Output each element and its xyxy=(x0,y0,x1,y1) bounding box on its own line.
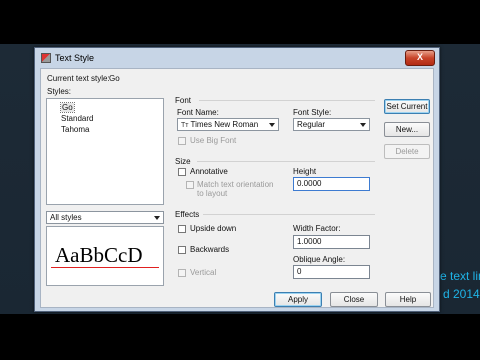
chevron-down-icon xyxy=(360,123,366,127)
upside-down-checkbox[interactable] xyxy=(178,225,186,233)
chevron-down-icon xyxy=(269,123,275,127)
upside-down-label: Upside down xyxy=(190,224,237,233)
annotative-checkbox[interactable] xyxy=(178,168,186,176)
match-orientation-label-2: to layout xyxy=(197,189,228,198)
chevron-down-icon xyxy=(154,216,160,220)
set-current-button[interactable]: Set Current xyxy=(384,99,430,114)
use-big-font-checkbox[interactable] xyxy=(178,137,186,145)
truetype-font-icon: Tт xyxy=(181,122,189,129)
font-style-dropdown[interactable]: Regular xyxy=(293,118,370,131)
height-input[interactable]: 0.0000 xyxy=(293,177,370,191)
style-item-tahoma[interactable]: Tahoma xyxy=(61,125,89,134)
close-button[interactable]: Close xyxy=(330,292,378,307)
close-window-button[interactable]: X xyxy=(405,50,435,66)
styles-filter-dropdown[interactable]: All styles xyxy=(46,211,164,224)
font-group-line xyxy=(199,100,375,101)
font-name-label: Font Name: xyxy=(177,108,219,117)
background-text-line-2: d 2014 xyxy=(443,287,480,301)
app-icon xyxy=(41,53,51,63)
current-style-value: Go xyxy=(109,74,120,83)
height-label: Height xyxy=(293,167,317,176)
effects-group-line xyxy=(203,214,375,215)
vertical-label: Vertical xyxy=(190,268,217,277)
font-name-value: Times New Roman xyxy=(190,120,259,129)
font-group-label: Font xyxy=(175,96,192,105)
size-group-label: Size xyxy=(175,157,191,166)
background-text-line-1: e text lin xyxy=(440,269,480,283)
font-style-label: Font Style: xyxy=(293,108,332,117)
vertical-checkbox[interactable] xyxy=(178,269,186,277)
current-style-label: Current text style: xyxy=(47,74,110,83)
dialog-titlebar[interactable]: Text Style X xyxy=(35,48,439,68)
dialog-title: Text Style xyxy=(55,53,95,63)
style-preview: AaBbCcD xyxy=(46,226,164,286)
style-item-standard[interactable]: Standard xyxy=(61,114,93,123)
apply-button[interactable]: Apply xyxy=(274,292,322,307)
help-button[interactable]: Help xyxy=(385,292,431,307)
dialog-body: Current text style: Go Styles: Go Standa… xyxy=(40,68,434,308)
styles-label: Styles: xyxy=(47,87,72,96)
font-style-value: Regular xyxy=(297,120,326,129)
styles-filter-value: All styles xyxy=(50,213,82,222)
text-style-dialog: Text Style X Current text style: Go Styl… xyxy=(34,47,440,312)
style-item-go[interactable]: Go xyxy=(60,102,75,113)
styles-list[interactable]: Go Standard Tahoma xyxy=(46,98,164,205)
preview-text: AaBbCcD xyxy=(55,243,143,267)
preview-baseline xyxy=(51,267,159,268)
delete-style-button[interactable]: Delete xyxy=(384,144,430,159)
size-group-line xyxy=(197,161,375,162)
new-style-button[interactable]: New... xyxy=(384,122,430,137)
width-factor-input[interactable]: 1.0000 xyxy=(293,235,370,249)
font-name-dropdown[interactable]: Tт Times New Roman xyxy=(177,118,279,131)
match-orientation-checkbox[interactable] xyxy=(186,181,194,189)
effects-group-label: Effects xyxy=(175,210,200,219)
backwards-label: Backwards xyxy=(190,245,230,254)
match-orientation-label-1: Match text orientation xyxy=(197,180,274,189)
annotative-label: Annotative xyxy=(190,167,228,176)
oblique-angle-input[interactable]: 0 xyxy=(293,265,370,279)
oblique-angle-label: Oblique Angle: xyxy=(293,255,346,264)
backwards-checkbox[interactable] xyxy=(178,246,186,254)
use-big-font-label: Use Big Font xyxy=(190,136,237,145)
width-factor-label: Width Factor: xyxy=(293,224,341,233)
